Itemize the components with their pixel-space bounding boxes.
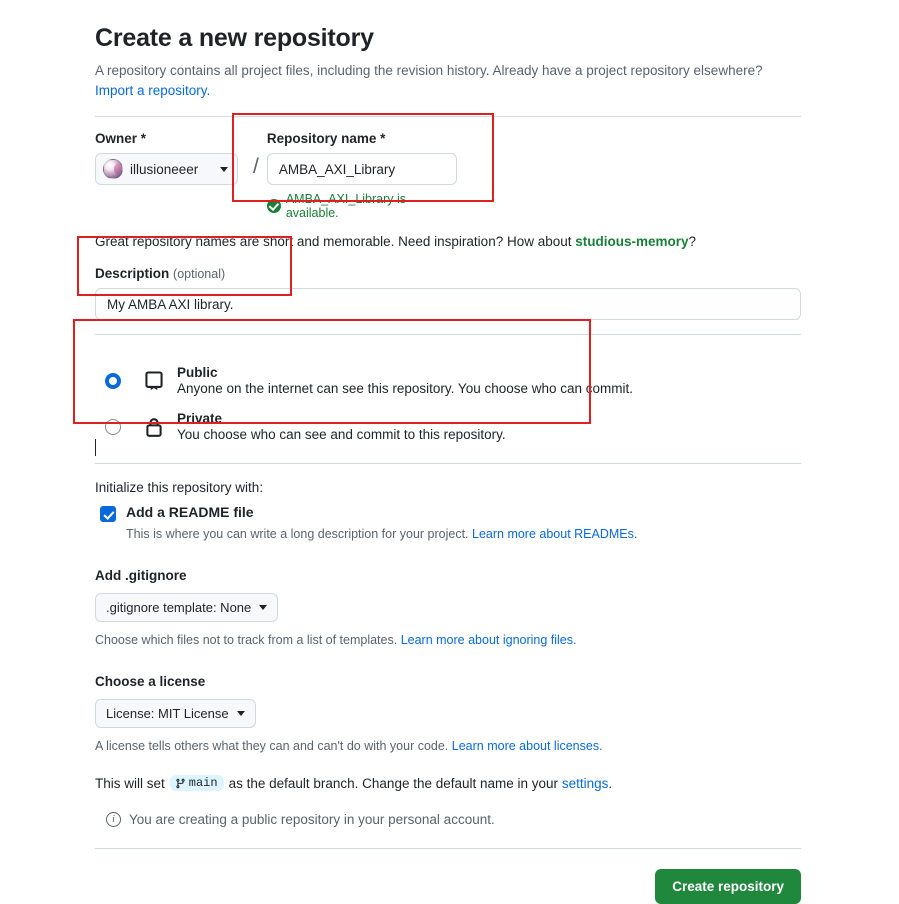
readme-note-text: This is where you can write a long descr… — [126, 527, 472, 542]
account-info-note: i You are creating a public repository i… — [106, 812, 801, 828]
git-branch-icon — [176, 778, 185, 789]
gitignore-learn-more-link[interactable]: Learn more about ignoring files. — [401, 633, 577, 647]
check-circle-icon — [266, 199, 281, 214]
account-info-text: You are creating a public repository in … — [129, 812, 495, 828]
license-value: License: MIT License — [106, 706, 229, 722]
description-label: Description (optional) — [95, 266, 801, 281]
chevron-down-icon — [220, 166, 228, 172]
default-branch-after: . — [608, 775, 613, 791]
divider-header — [95, 116, 801, 118]
repository-name-input[interactable] — [266, 153, 457, 186]
radio-public[interactable] — [105, 373, 121, 390]
text-cursor — [95, 439, 96, 456]
radio-private[interactable] — [105, 419, 121, 436]
visibility-private-name: Private — [177, 411, 223, 427]
book-icon — [143, 370, 165, 397]
divider-footer — [95, 848, 801, 850]
default-branch-before: This will set — [95, 775, 165, 791]
name-hint-before: Great repository names are short and mem… — [95, 234, 576, 250]
avatar — [103, 159, 123, 180]
gitignore-note: Choose which files not to track from a l… — [95, 633, 801, 647]
readme-learn-more-link[interactable]: Learn more about READMEs. — [472, 527, 637, 541]
license-learn-more-link[interactable]: Learn more about licenses. — [452, 739, 603, 753]
readme-note: This is where you can write a long descr… — [126, 527, 801, 541]
gitignore-note-text: Choose which files not to track from a l… — [95, 633, 401, 648]
visibility-public-name: Public — [177, 365, 218, 381]
repository-name-field: Repository name * AMBA_AXI_Library is av… — [266, 131, 457, 221]
visibility-option-public[interactable]: Public Anyone on the internet can see th… — [95, 357, 801, 403]
readme-label: Add a README file — [126, 504, 254, 521]
visibility-option-private[interactable]: Private You choose who can see and commi… — [95, 403, 801, 449]
owner-name: illusioneeer — [130, 161, 199, 177]
license-heading: Choose a license — [95, 674, 206, 690]
create-repository-button[interactable]: Create repository — [655, 869, 801, 904]
page-subtitle-text: A repository contains all project files,… — [95, 62, 763, 78]
submit-row: Create repository — [95, 869, 801, 904]
create-repository-form: Create a new repository A repository con… — [95, 0, 801, 904]
description-optional-text: (optional) — [173, 267, 226, 282]
branch-name: main — [188, 776, 218, 791]
license-note-text: A license tells others what they can and… — [95, 739, 452, 754]
owner-select[interactable]: illusioneeer — [95, 153, 238, 186]
readme-checkbox[interactable] — [100, 506, 116, 523]
license-select[interactable]: License: MIT License — [95, 699, 256, 729]
description-field: Description (optional) — [95, 266, 801, 321]
divider-description — [95, 334, 801, 336]
owner-label: Owner * — [95, 131, 147, 147]
page-subtitle: A repository contains all project files,… — [95, 61, 795, 103]
default-branch-middle: as the default branch. Change the defaul… — [228, 775, 559, 791]
page-title: Create a new repository — [95, 24, 374, 52]
divider-visibility — [95, 463, 801, 465]
lock-icon — [143, 416, 165, 443]
import-repository-link[interactable]: Import a repository. — [95, 83, 210, 98]
description-label-text: Description — [95, 266, 170, 282]
description-input[interactable] — [95, 288, 801, 321]
visibility-private-text: Private You choose who can see and commi… — [177, 407, 506, 442]
name-hint-after: ? — [688, 234, 697, 250]
visibility-private-description: You choose who can see and commit to thi… — [177, 427, 506, 443]
chevron-down-icon — [236, 711, 245, 717]
name-availability-text: AMBA_AXI_Library is available. — [285, 192, 407, 221]
visibility-public-description: Anyone on the internet can see this repo… — [177, 381, 634, 397]
visibility-options: Public Anyone on the internet can see th… — [95, 357, 801, 449]
readme-checkbox-row[interactable]: Add a README file — [95, 504, 801, 523]
branch-badge: main — [169, 775, 224, 792]
suggested-name-link[interactable]: studious-memory — [575, 234, 688, 249]
gitignore-template-value: .gitignore template: None — [106, 600, 252, 616]
name-availability-message: AMBA_AXI_Library is available. — [266, 192, 457, 221]
owner-field: Owner * illusioneeer — [95, 131, 245, 186]
repository-name-label: Repository name * — [266, 131, 386, 147]
initialize-heading: Initialize this repository with: — [95, 480, 264, 496]
default-branch-line: This will set main as the default branch… — [95, 775, 801, 792]
settings-link[interactable]: settings — [562, 776, 609, 791]
chevron-down-icon — [259, 605, 268, 611]
license-note: A license tells others what they can and… — [95, 739, 801, 753]
gitignore-template-select[interactable]: .gitignore template: None — [95, 593, 279, 623]
visibility-public-text: Public Anyone on the internet can see th… — [177, 361, 633, 396]
info-icon: i — [106, 812, 121, 828]
gitignore-heading: Add .gitignore — [95, 568, 187, 584]
owner-and-name-row: Owner * illusioneeer / Repository name *… — [95, 131, 801, 220]
path-separator: / — [253, 155, 259, 179]
name-suggestion-hint: Great repository names are short and mem… — [95, 234, 801, 249]
